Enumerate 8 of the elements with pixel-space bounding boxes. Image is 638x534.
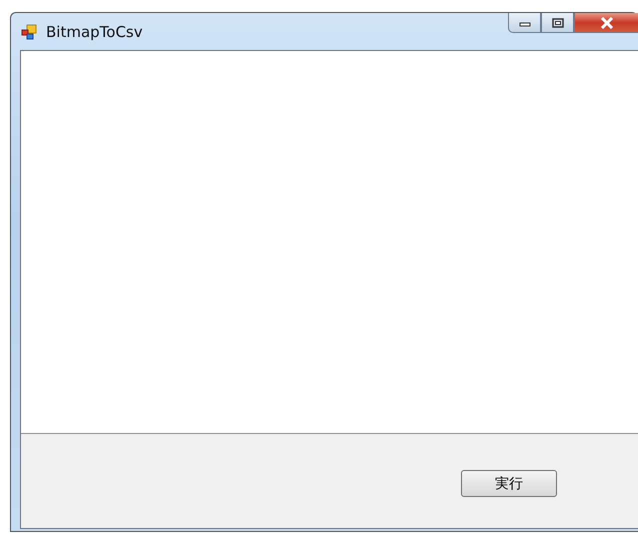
run-button[interactable]: 実行 [461, 470, 557, 497]
close-icon [600, 16, 614, 28]
window-title: BitmapToCsv [46, 22, 143, 40]
maximize-icon [552, 18, 564, 28]
maximize-button[interactable] [541, 13, 574, 33]
close-button[interactable] [574, 13, 638, 33]
app-icon [21, 24, 37, 40]
minimize-button[interactable] [508, 13, 541, 33]
